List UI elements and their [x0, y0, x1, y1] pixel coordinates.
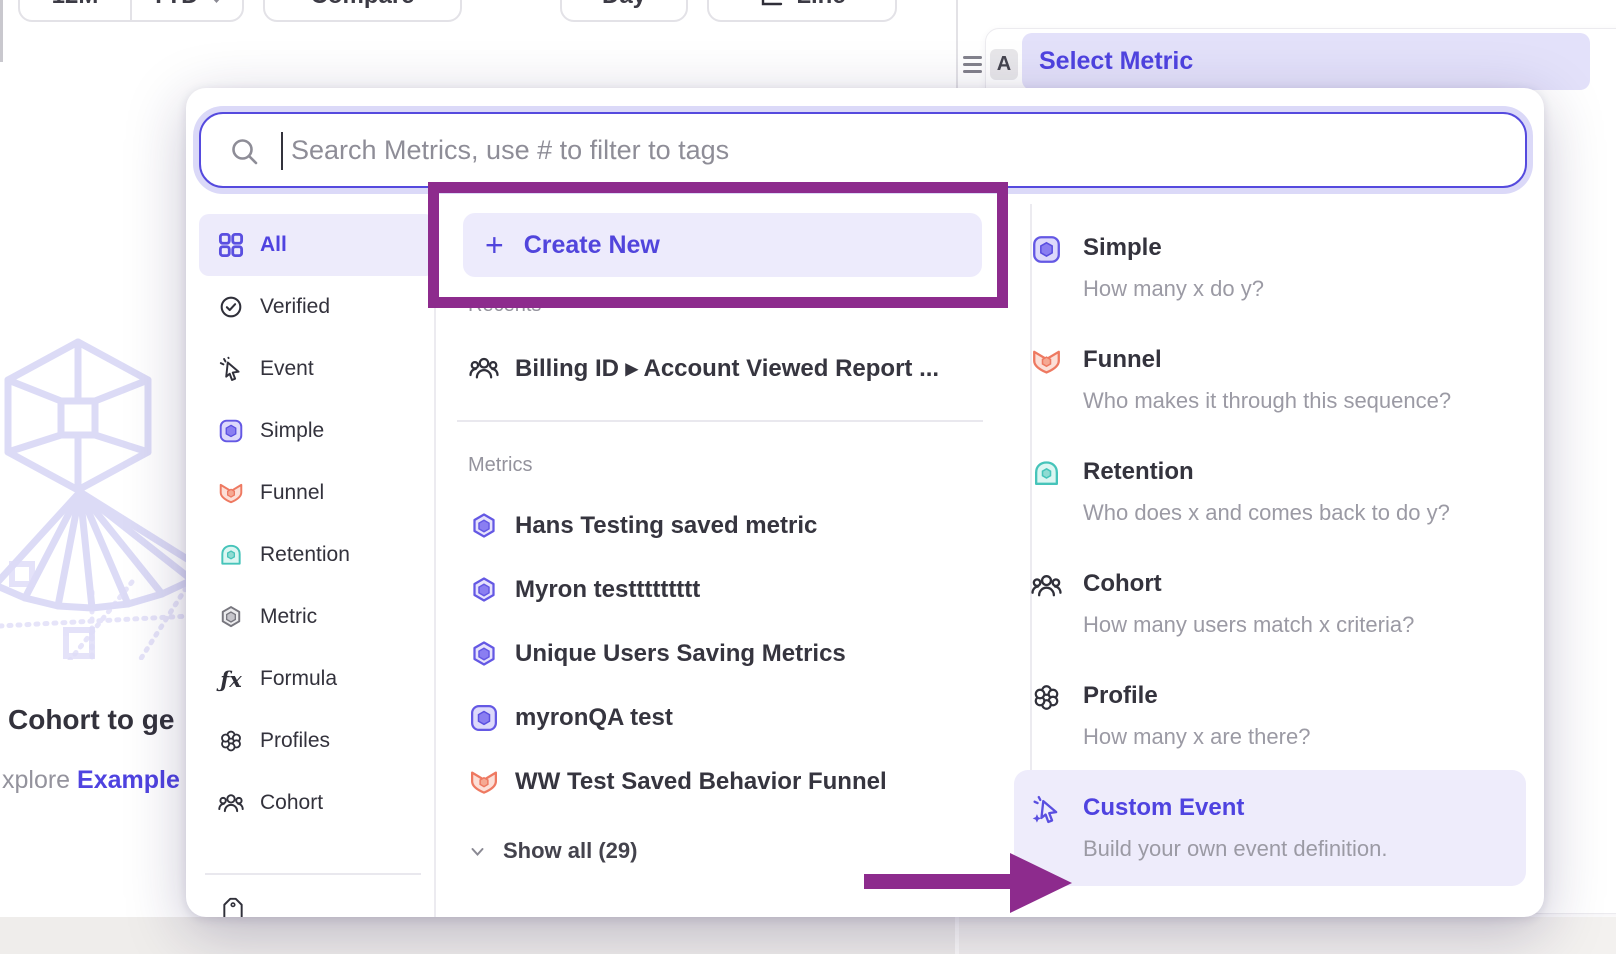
range-12m-button[interactable]: 12M: [20, 0, 130, 20]
custom-event-highlight: [1014, 770, 1526, 886]
left-edge-divider: [0, 0, 3, 62]
type-funnel-desc: Who makes it through this sequence?: [1083, 388, 1451, 414]
date-range-pill[interactable]: 12M YTD: [18, 0, 244, 22]
granularity-day-button[interactable]: Day: [560, 0, 688, 22]
event-cursor-icon: [218, 356, 244, 382]
sidebar-item-partial[interactable]: [220, 895, 246, 917]
select-metric-field[interactable]: Select Metric: [1022, 33, 1590, 90]
cohort-people-icon: [218, 790, 244, 816]
simple-metric-icon: [468, 703, 499, 734]
line-chart-icon: [758, 0, 784, 9]
annotation-arrow-shaft: [864, 874, 1014, 889]
type-custom-event[interactable]: Custom Event: [1083, 794, 1244, 822]
annotation-arrow-head: [1010, 853, 1072, 913]
sidebar-bottom-divider: [205, 873, 421, 875]
metric-list-item[interactable]: myronQA test: [468, 696, 673, 740]
recent-item[interactable]: Billing ID ▸ Account Viewed Report ...: [468, 346, 939, 390]
sidebar-item-retention[interactable]: Retention: [199, 524, 435, 586]
type-cohort-desc: How many users match x criteria?: [1083, 612, 1414, 638]
cohort-people-icon: [468, 353, 499, 384]
type-funnel[interactable]: Funnel: [1083, 346, 1162, 374]
type-retention[interactable]: Retention: [1083, 458, 1194, 486]
verified-badge-icon: [218, 294, 244, 320]
text-caret: [281, 132, 283, 170]
chart-type-line-button[interactable]: Line: [707, 0, 897, 22]
sidebar-item-simple[interactable]: Simple: [199, 400, 435, 462]
type-custom-event-desc: Build your own event definition.: [1083, 836, 1388, 862]
sidebar-item-funnel[interactable]: Funnel: [199, 462, 435, 524]
metric-list-item[interactable]: Unique Users Saving Metrics: [468, 632, 846, 676]
metric-list-item[interactable]: Hans Testing saved metric: [468, 504, 817, 548]
chevron-down-icon: [470, 846, 485, 857]
bottom-strip-divider: [955, 917, 959, 954]
type-simple[interactable]: Simple: [1083, 234, 1162, 262]
bottom-strip-right: [959, 917, 1616, 954]
metric-hexagon-purple-icon: [468, 639, 499, 670]
cohort-people-icon: [1031, 570, 1062, 601]
canvas-explore-fragment: xplore Example: [2, 766, 180, 795]
metric-list-item[interactable]: WW Test Saved Behavior Funnel: [468, 760, 887, 804]
funnel-metric-icon: [468, 767, 499, 798]
profiles-flower-icon: [218, 728, 244, 754]
type-simple-desc: How many x do y?: [1083, 276, 1264, 302]
sidebar-item-event[interactable]: Event: [199, 338, 435, 400]
funnel-metric-icon: [218, 480, 244, 506]
simple-metric-icon: [218, 418, 244, 444]
sidebar-item-profiles[interactable]: Profiles: [199, 710, 435, 772]
metric-hexagon-purple-icon: [468, 511, 499, 542]
funnel-metric-icon: [1031, 346, 1062, 377]
app-root: 12M YTD Compare Day Line A Select Metric: [0, 0, 1616, 954]
sidebar-item-metric[interactable]: Metric: [199, 586, 435, 648]
search-bar[interactable]: [199, 112, 1527, 188]
metric-hexagon-purple-icon: [468, 575, 499, 606]
search-input[interactable]: [289, 122, 1493, 178]
sidebar-item-cohort[interactable]: Cohort: [199, 772, 435, 834]
annotation-highlight-box: [428, 182, 1008, 308]
type-profile[interactable]: Profile: [1083, 682, 1158, 710]
example-link[interactable]: Example: [77, 766, 180, 794]
range-ytd-button[interactable]: YTD: [130, 0, 242, 20]
retention-metric-icon: [1031, 458, 1062, 489]
type-cohort[interactable]: Cohort: [1083, 570, 1162, 598]
grid-icon: [218, 232, 244, 258]
formula-fx-icon: ƒx: [218, 666, 244, 692]
panel-divider: [956, 0, 958, 96]
metrics-heading: Metrics: [468, 454, 532, 477]
sidebar-item-all[interactable]: All: [199, 214, 435, 276]
chevron-down-icon: [209, 0, 224, 4]
type-profile-desc: How many x are there?: [1083, 724, 1310, 750]
custom-event-cursor-icon: [1031, 794, 1062, 825]
metric-list-item[interactable]: Myron testtttttttt: [468, 568, 700, 612]
search-icon: [229, 136, 261, 168]
wireframe-illustration: [0, 330, 190, 660]
type-retention-desc: Who does x and comes back to do y?: [1083, 500, 1450, 526]
retention-metric-icon: [218, 542, 244, 568]
clause-a-badge: A: [990, 49, 1018, 80]
sidebar-item-verified[interactable]: Verified: [199, 276, 435, 338]
profiles-flower-icon: [1031, 682, 1062, 713]
show-all-button[interactable]: Show all (29): [470, 833, 637, 869]
drag-handle-icon[interactable]: [963, 52, 982, 77]
canvas-heading-fragment: Cohort to ge: [8, 704, 174, 736]
simple-metric-icon: [1031, 234, 1062, 265]
metric-hexagon-icon: [218, 604, 244, 630]
sidebar-item-formula[interactable]: ƒx Formula: [199, 648, 435, 710]
recents-divider: [457, 420, 983, 422]
compare-button[interactable]: Compare: [263, 0, 462, 22]
